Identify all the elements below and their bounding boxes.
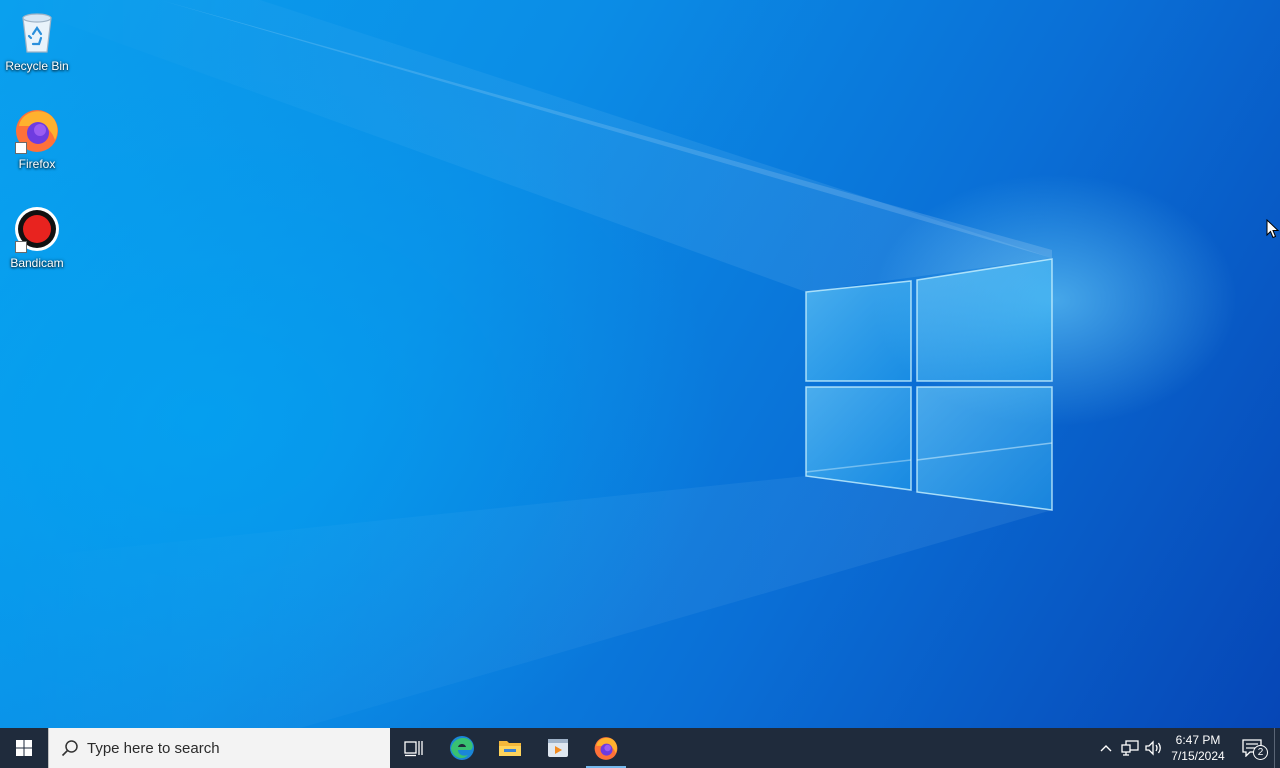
task-view-button[interactable] [390, 728, 438, 768]
volume-button[interactable] [1142, 728, 1166, 768]
shortcut-arrow-icon [15, 241, 27, 253]
desktop-icon-recycle-bin[interactable]: Recycle Bin [0, 8, 74, 73]
windows-logo-icon [16, 740, 32, 756]
start-button[interactable] [0, 728, 48, 768]
wallpaper-art [0, 0, 1053, 728]
search-input[interactable]: Type here to search [48, 728, 390, 768]
clock[interactable]: 6:47 PM 7/15/2024 [1166, 728, 1230, 768]
volume-icon [1145, 740, 1161, 756]
firefox-icon [13, 106, 61, 154]
desktop-icon-label: Firefox [18, 157, 56, 171]
taskbar-firefox-button[interactable] [582, 728, 630, 768]
network-icon [1121, 740, 1139, 756]
clock-time: 6:47 PM [1175, 733, 1221, 747]
shortcut-arrow-icon [15, 142, 27, 154]
desktop[interactable]: Recycle Bin Firefox Bandicam [0, 0, 1280, 728]
search-placeholder: Type here to search [87, 739, 220, 757]
chevron-up-icon [1100, 745, 1112, 752]
task-view-icon [404, 741, 423, 757]
search-icon [61, 739, 79, 757]
desktop-icon-label: Recycle Bin [5, 59, 69, 73]
taskbar-file-explorer-button[interactable] [486, 728, 534, 768]
desktop-icon-label: Bandicam [10, 256, 64, 270]
mouse-cursor-icon [1266, 219, 1280, 239]
show-hidden-icons-button[interactable] [1094, 728, 1118, 768]
taskbar-media-player-button[interactable] [534, 728, 582, 768]
taskbar-edge-button[interactable] [438, 728, 486, 768]
file-explorer-icon [499, 741, 521, 756]
notification-count-badge: 2 [1253, 745, 1268, 760]
firefox-icon [594, 737, 618, 760]
show-desktop-button[interactable] [1274, 728, 1280, 768]
action-center-button[interactable]: 2 [1230, 728, 1274, 768]
network-button[interactable] [1118, 728, 1142, 768]
recycle-bin-icon [13, 8, 61, 56]
desktop-icon-firefox[interactable]: Firefox [0, 106, 74, 171]
taskbar: Type here to search 6:47 PM 7/15/2024 2 [0, 728, 1280, 768]
edge-icon [450, 736, 474, 760]
clock-date: 7/15/2024 [1171, 749, 1225, 763]
system-tray: 6:47 PM 7/15/2024 2 [1094, 728, 1280, 768]
media-player-icon [548, 739, 568, 757]
desktop-icon-bandicam[interactable]: Bandicam [0, 205, 74, 270]
bandicam-icon [13, 205, 61, 253]
